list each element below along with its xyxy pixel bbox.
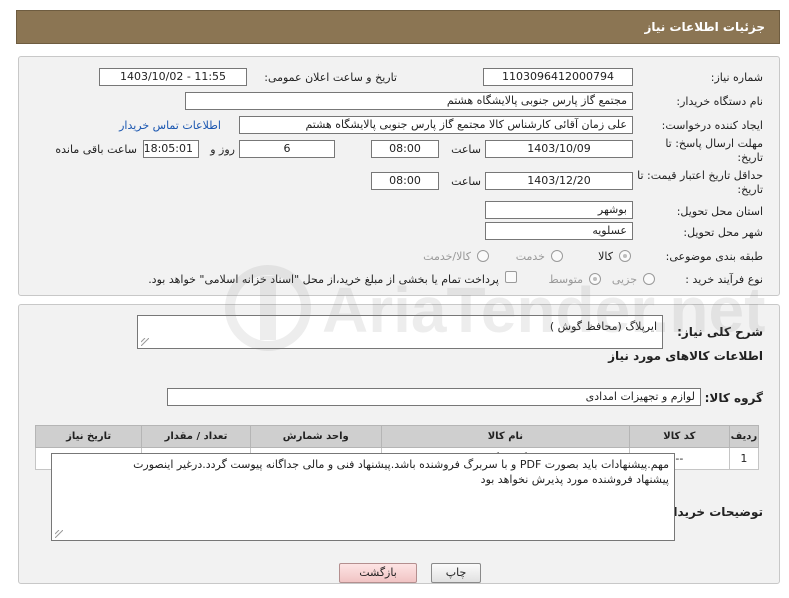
goods-group-field[interactable]: لوازم و تجهیزات امدادی [167, 388, 701, 406]
col-need-date: تاریخ نیاز [34, 425, 143, 448]
province-label: استان محل تحویل: [676, 205, 763, 218]
description-text: ایرپلاگ (محافظ گوش ) [549, 320, 657, 333]
col-unit: واحد شمارش [249, 425, 382, 448]
creator-label: ایجاد کننده درخواست: [661, 119, 763, 132]
buyer-notes-field[interactable]: مهم.پیشنهادات باید بصورت PDF و با سربرگ … [51, 453, 675, 541]
reply-time-label: ساعت [451, 143, 481, 156]
announce-date-label: تاریخ و ساعت اعلان عمومی: [264, 71, 397, 84]
description-field[interactable]: ایرپلاگ (محافظ گوش ) [137, 315, 663, 349]
category-label: طبقه بندی موضوعی: [665, 250, 763, 263]
reply-deadline-label: مهلت ارسال پاسخ: تا [665, 137, 763, 150]
print-button[interactable]: چاپ [431, 563, 481, 583]
creator-field[interactable]: علی زمان آقائی کارشناس کالا مجتمع گاز پا… [239, 116, 633, 134]
page-title: جزئیات اطلاعات نیاز [644, 20, 765, 34]
back-button[interactable]: بازگشت [339, 563, 417, 583]
city-field[interactable]: عسلویه [485, 222, 633, 240]
goods-group-label: گروه کالا: [704, 391, 763, 405]
need-number-label: شماره نیاز: [710, 71, 763, 84]
goods-section-title: اطلاعات کالاهای مورد نیاز [608, 349, 763, 363]
purchase-option-minor: جزیی [611, 273, 637, 286]
announce-date-field[interactable]: 1403/10/02 - 11:55 [99, 68, 247, 86]
resize-grip-icon[interactable] [55, 530, 63, 538]
purchase-type-label: نوع فرآیند خرید : [685, 273, 763, 286]
goods-panel: شرح کلی نیاز: ایرپلاگ (محافظ گوش ) اطلاع… [18, 304, 780, 584]
treasury-payment-checkbox[interactable] [505, 271, 517, 283]
purchase-option-medium: متوسط [548, 273, 583, 286]
col-row: ردیف [728, 425, 760, 448]
price-validity-label-date: تاریخ: [737, 183, 763, 196]
remaining-days-field[interactable]: 6 [239, 140, 335, 158]
reply-deadline-label-date: تاریخ: [737, 151, 763, 164]
category-option-goods: کالا [598, 250, 613, 263]
col-code: کد کالا [628, 425, 730, 448]
buyer-contact-link[interactable]: اطلاعات تماس خریدار [119, 119, 221, 132]
price-validity-date-field[interactable]: 1403/12/20 [485, 172, 633, 190]
price-validity-label: حداقل تاریخ اعتبار قیمت: تا [637, 169, 763, 182]
goods-table-header: ردیف کد کالا نام کالا واحد شمارش تعداد /… [34, 425, 760, 448]
need-details-panel: شماره نیاز: 1103096412000794 تاریخ و ساع… [18, 56, 780, 296]
category-radio-goods[interactable] [619, 250, 631, 262]
treasury-payment-note: پرداخت تمام یا بخشی از مبلغ خرید،از محل … [148, 273, 499, 286]
category-option-service: خدمت [515, 250, 545, 263]
buyer-org-label: نام دستگاه خریدار: [676, 95, 763, 108]
days-label: روز و [210, 143, 235, 156]
buyer-notes-label: توضیحات خریدار: [661, 505, 763, 519]
need-number-field[interactable]: 1103096412000794 [483, 68, 633, 86]
buyer-org-field[interactable]: مجتمع گاز پارس جنوبی پالایشگاه هشتم [185, 92, 633, 110]
purchase-radio-minor[interactable] [643, 273, 655, 285]
category-radio-service[interactable] [551, 250, 563, 262]
reply-time-field[interactable]: 08:00 [371, 140, 439, 158]
reply-date-field[interactable]: 1403/10/09 [485, 140, 633, 158]
remaining-time-field[interactable]: 18:05:01 [143, 140, 199, 158]
buyer-notes-line-2: پیشنهاد فروشنده مورد پذیرش نخواهد بود [480, 473, 669, 486]
cell-row: 1 [728, 447, 760, 470]
description-label: شرح کلی نیاز: [677, 325, 763, 339]
category-radio-goods-service[interactable] [477, 250, 489, 262]
price-validity-time-label: ساعت [451, 175, 481, 188]
city-label: شهر محل تحویل: [683, 226, 763, 239]
province-field[interactable]: بوشهر [485, 201, 633, 219]
buyer-notes-line-1: مهم.پیشنهادات باید بصورت PDF و با سربرگ … [133, 458, 669, 471]
category-option-goods-service: کالا/خدمت [423, 250, 471, 263]
page-header: جزئیات اطلاعات نیاز [16, 10, 780, 44]
price-validity-time-field[interactable]: 08:00 [371, 172, 439, 190]
remaining-time-label: ساعت باقی مانده [55, 143, 137, 156]
purchase-radio-medium[interactable] [589, 273, 601, 285]
col-name: نام کالا [380, 425, 630, 448]
resize-grip-icon[interactable] [141, 338, 149, 346]
col-quantity: تعداد / مقدار [141, 425, 251, 448]
